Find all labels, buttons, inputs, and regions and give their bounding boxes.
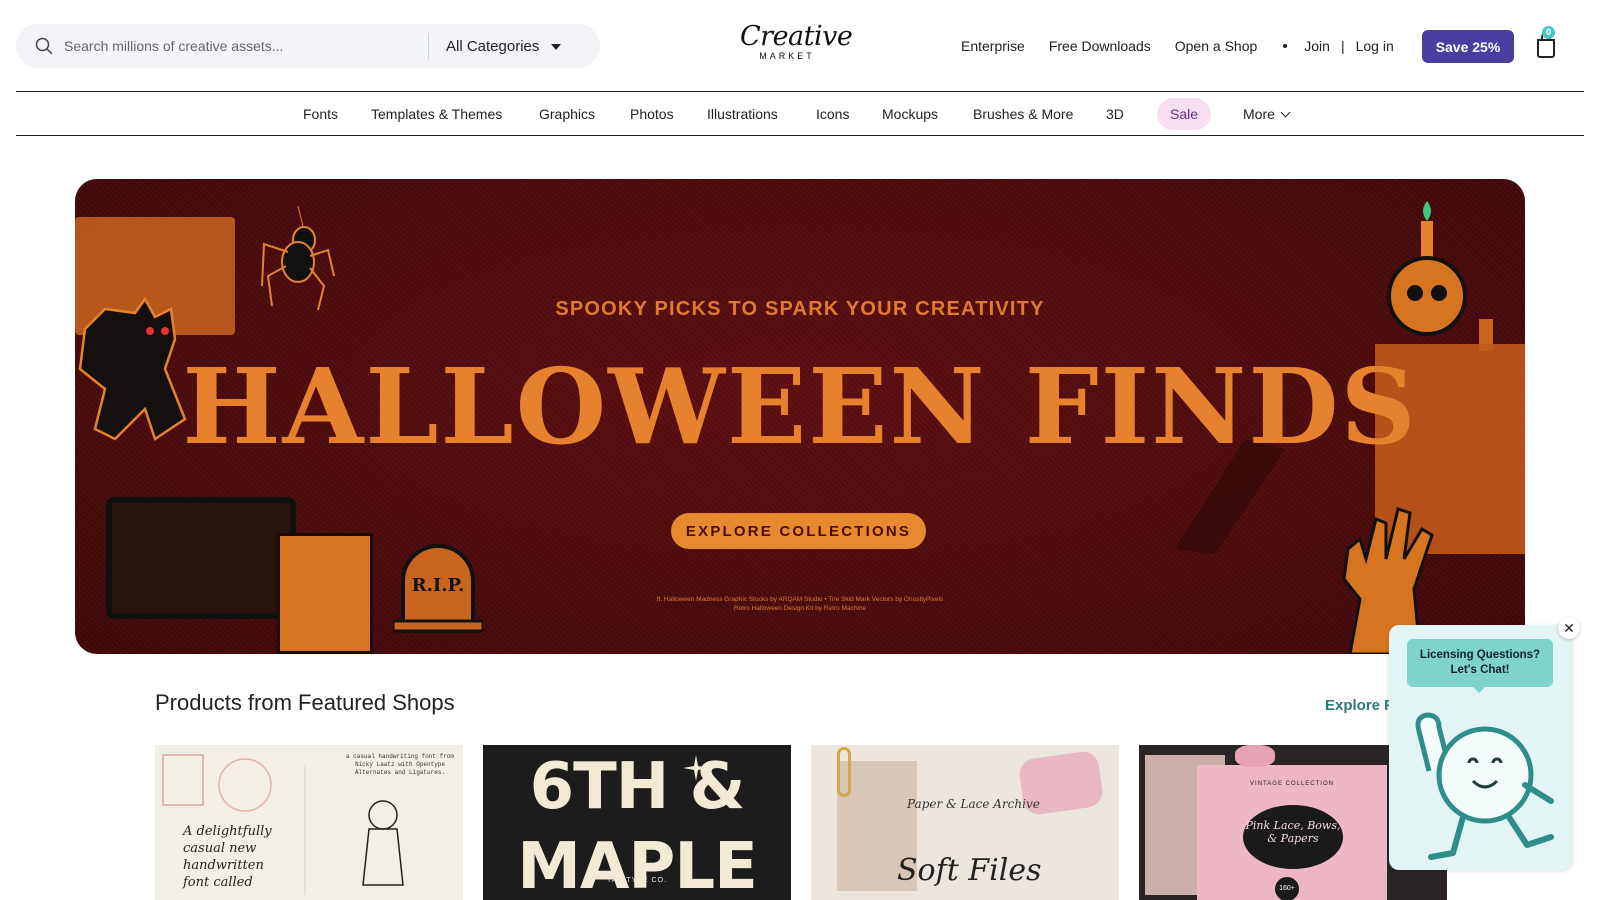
nav-more[interactable]: More: [1243, 98, 1291, 130]
save-25-button[interactable]: Save 25%: [1422, 30, 1514, 63]
chat-widget[interactable]: Licensing Questions? Let's Chat!: [1389, 625, 1572, 870]
nav-more-label: More: [1243, 106, 1275, 122]
hero-credit-line-1: ft. Halloween Madness Graphic Stocks by …: [656, 596, 944, 603]
card-4-subtitle: VINTAGE COLLECTION: [1250, 781, 1334, 787]
logo[interactable]: Creative MARKET: [740, 21, 853, 68]
search-input[interactable]: [64, 34, 424, 58]
svg-text:R.I.P.: R.I.P.: [412, 575, 465, 596]
nav-3d[interactable]: 3D: [1106, 98, 1124, 130]
hero-title: HALLOWEEN FINDS: [182, 345, 1418, 468]
featured-shops-title: Products from Featured Shops: [155, 690, 455, 715]
category-select-label: All Categories: [446, 37, 540, 55]
book-illustration: [277, 533, 373, 654]
nav-icons[interactable]: Icons: [816, 98, 849, 130]
nav-fonts[interactable]: Fonts: [303, 98, 338, 130]
paperclip-icon: [837, 747, 851, 797]
hero-credit: ft. Halloween Madness Graphic Stocks by …: [75, 595, 1525, 613]
enterprise-link[interactable]: Enterprise: [961, 38, 1025, 54]
card-3-title: Soft Files: [897, 853, 1042, 888]
nav-photos[interactable]: Photos: [630, 98, 674, 130]
product-card[interactable]: 6TH & MAPLE TAN TYPE CO.: [483, 745, 791, 900]
card-3-subtitle: Paper & Lace Archive: [907, 797, 1040, 811]
top-links: Enterprise Free Downloads Open a Shop Jo…: [961, 34, 1394, 58]
nav-illustrations[interactable]: Illustrations: [707, 98, 778, 130]
tombstone-icon: R.I.P.: [393, 544, 483, 633]
mascot-illustration: [1415, 712, 1554, 860]
explore-featured-link[interactable]: Explore F: [1325, 697, 1393, 714]
card-4-badge: 160+: [1275, 877, 1299, 900]
product-card[interactable]: A delightfully casual new handwritten fo…: [155, 745, 463, 900]
caret-down-icon: [551, 44, 562, 50]
close-icon[interactable]: ✕: [1558, 617, 1580, 639]
nav-graphics[interactable]: Graphics: [539, 98, 595, 130]
explore-collections-button[interactable]: EXPLORE COLLECTIONS: [671, 513, 926, 549]
category-select[interactable]: All Categories: [446, 34, 562, 58]
chat-bubble-tail: [1473, 687, 1485, 693]
hero-banner[interactable]: R.I.P. SPOOKY PICKS TO SPARK YOUR CREATI…: [75, 179, 1525, 654]
logo-sub: MARKET: [759, 51, 815, 61]
product-card[interactable]: Paper & Lace Archive Soft Files: [811, 745, 1119, 900]
hero-credit-line-2: Retro Halloween Design Kit by Retro Mach…: [733, 605, 867, 612]
nav-sale[interactable]: Sale: [1157, 98, 1212, 130]
card-1-subtitle: a casual handwriting font from Nicky Laa…: [345, 753, 455, 776]
nav-mockups[interactable]: Mockups: [882, 98, 938, 130]
open-shop-link[interactable]: Open a Shop: [1175, 38, 1258, 54]
hero-kicker: SPOOKY PICKS TO SPARK YOUR CREATIVITY: [555, 298, 1045, 320]
search-bar[interactable]: All Categories: [16, 24, 600, 68]
chat-bubble-line-1: Licensing Questions?: [1419, 649, 1541, 661]
category-nav: Fonts Templates & Themes Graphics Photos…: [16, 92, 1584, 136]
chevron-down-icon: [1280, 107, 1291, 118]
skull-candle-illustration: [1387, 201, 1493, 351]
login-link[interactable]: Log in: [1356, 38, 1394, 54]
search-icon[interactable]: [35, 37, 53, 55]
join-link[interactable]: Join: [1304, 38, 1330, 54]
card-1-title: A delightfully casual new handwritten fo…: [183, 824, 272, 890]
card-2-subtitle: TAN TYPE CO.: [607, 877, 667, 884]
nav-templates-themes[interactable]: Templates & Themes: [371, 98, 502, 130]
cart-count-badge: 0: [1542, 26, 1555, 39]
sparkle-icon: [683, 755, 709, 781]
card-4-title: Pink Lace, Bows, & Papers: [1243, 805, 1343, 869]
chat-bubble-line-2: Let's Chat!: [1450, 664, 1510, 676]
bow-icon: [1235, 745, 1275, 767]
chat-bubble[interactable]: Licensing Questions? Let's Chat!: [1407, 639, 1553, 687]
dot-separator: [1283, 44, 1288, 48]
nav-brushes-more[interactable]: Brushes & More: [973, 98, 1073, 130]
free-downloads-link[interactable]: Free Downloads: [1049, 38, 1151, 54]
site-header: All Categories Creative MARKET Enterpris…: [16, 0, 1584, 92]
search-divider: [428, 33, 429, 59]
link-separator: |: [1340, 38, 1345, 54]
logo-word: Creative: [740, 21, 853, 52]
